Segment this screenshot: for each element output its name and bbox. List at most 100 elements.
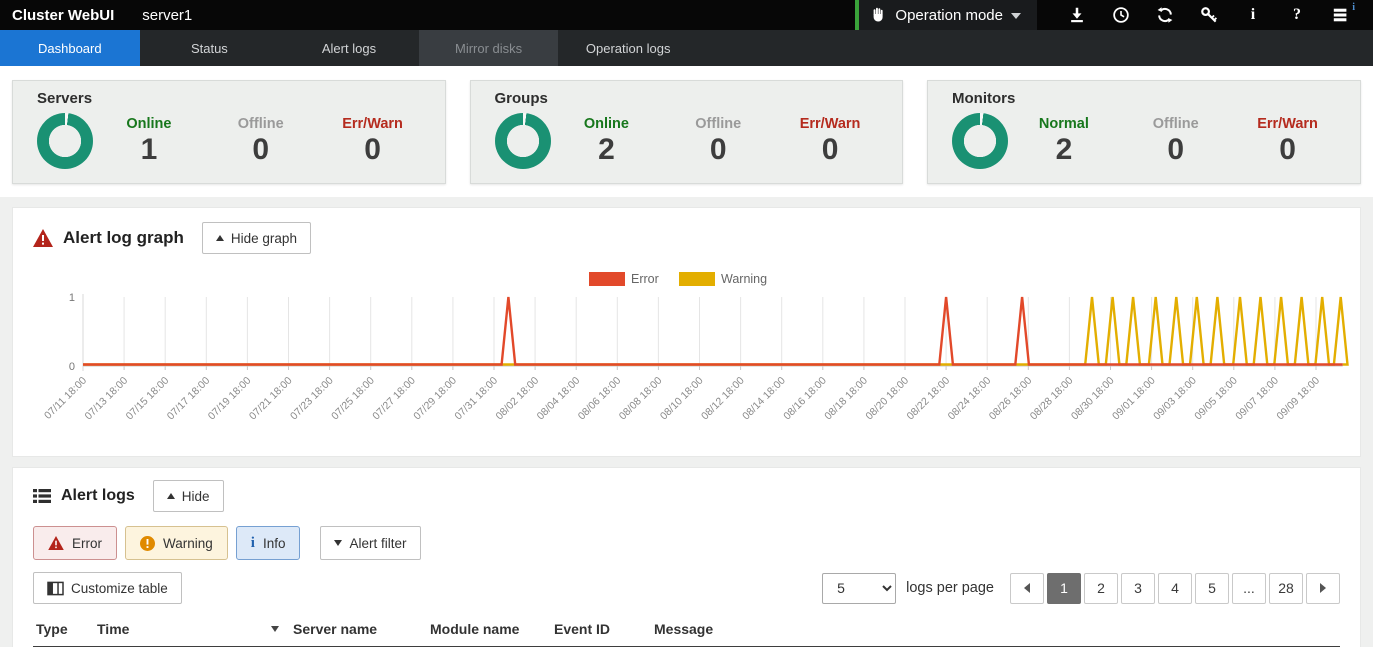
page-button-4[interactable]: 4 bbox=[1158, 573, 1192, 604]
toolbar-icons: i ? i bbox=[1037, 0, 1373, 30]
page-button-5[interactable]: 5 bbox=[1195, 573, 1229, 604]
servers-card: Servers Online1 Offline0 Err/Warn0 bbox=[12, 80, 446, 184]
stat-label: Err/Warn bbox=[774, 116, 886, 132]
column-message[interactable]: Message bbox=[654, 621, 1340, 637]
svg-text:0: 0 bbox=[69, 361, 75, 373]
operation-mode-dropdown[interactable]: Operation mode bbox=[855, 0, 1037, 30]
info-filter-label: Info bbox=[263, 536, 286, 551]
svg-text:08/28 18:00: 08/28 18:00 bbox=[1028, 375, 1076, 423]
svg-text:07/27 18:00: 07/27 18:00 bbox=[370, 375, 418, 423]
stat-value: 1 bbox=[93, 134, 205, 166]
help-icon[interactable]: ? bbox=[1275, 0, 1319, 30]
key-icon[interactable] bbox=[1187, 0, 1231, 30]
sort-descending-icon bbox=[271, 626, 279, 632]
column-time[interactable]: Time bbox=[97, 621, 293, 637]
stat-label: Offline bbox=[662, 116, 774, 132]
stat-label: Err/Warn bbox=[317, 116, 429, 132]
groups-card-title: Groups bbox=[495, 90, 903, 107]
tab-alert-logs[interactable]: Alert logs bbox=[279, 30, 419, 66]
logs-per-page-label: logs per page bbox=[906, 580, 994, 596]
tab-operation-logs[interactable]: Operation logs bbox=[558, 30, 698, 66]
hand-icon bbox=[871, 7, 887, 23]
server-name: server1 bbox=[142, 7, 192, 24]
alert-logs-table-header: Type Time Server name Module name Event … bbox=[33, 621, 1340, 647]
alert-log-graph-panel: Alert log graph Hide graph 07/11 18:0007… bbox=[12, 207, 1361, 457]
stat-value: 2 bbox=[551, 134, 663, 166]
monitors-donut-chart bbox=[952, 113, 1008, 169]
stat-label: Offline bbox=[1120, 116, 1232, 132]
svg-text:Error: Error bbox=[631, 272, 659, 286]
table-toolbar: Customize table 5 logs per page 1 2 3 4 … bbox=[33, 572, 1340, 604]
next-page-button[interactable] bbox=[1306, 573, 1340, 604]
svg-text:08/10 18:00: 08/10 18:00 bbox=[658, 375, 706, 423]
info-filter-button[interactable]: i Info bbox=[236, 526, 301, 560]
pagination: 1 2 3 4 5 ... 28 bbox=[1010, 573, 1340, 604]
collapse-icon bbox=[167, 493, 175, 499]
info-icon: i bbox=[251, 535, 255, 552]
info-icon[interactable]: i bbox=[1231, 0, 1275, 30]
logs-per-page-select[interactable]: 5 bbox=[822, 573, 896, 604]
tab-bar: Dashboard Status Alert logs Mirror disks… bbox=[0, 30, 1373, 66]
customize-table-label: Customize table bbox=[71, 581, 168, 596]
svg-text:08/04 18:00: 08/04 18:00 bbox=[535, 375, 583, 423]
svg-text:08/22 18:00: 08/22 18:00 bbox=[905, 375, 953, 423]
column-module-name[interactable]: Module name bbox=[430, 621, 554, 637]
page-button-28[interactable]: 28 bbox=[1269, 573, 1303, 604]
table-list-badge: i bbox=[1352, 2, 1355, 13]
stat-value: 0 bbox=[317, 134, 429, 166]
stat-value: 0 bbox=[774, 134, 886, 166]
clock-icon[interactable] bbox=[1099, 0, 1143, 30]
stat-value: 2 bbox=[1008, 134, 1120, 166]
chevron-down-icon bbox=[334, 540, 342, 546]
tab-status[interactable]: Status bbox=[140, 30, 280, 66]
svg-text:07/17 18:00: 07/17 18:00 bbox=[165, 375, 213, 423]
table-list-icon[interactable]: i bbox=[1319, 0, 1363, 30]
svg-text:08/30 18:00: 08/30 18:00 bbox=[1069, 375, 1117, 423]
top-bar: Cluster WebUI server1 Operation mode bbox=[0, 0, 1373, 30]
prev-page-button[interactable] bbox=[1010, 573, 1044, 604]
stat-label: Online bbox=[551, 116, 663, 132]
page-ellipsis[interactable]: ... bbox=[1232, 573, 1266, 604]
hide-logs-label: Hide bbox=[182, 489, 210, 504]
page-button-3[interactable]: 3 bbox=[1121, 573, 1155, 604]
svg-text:09/01 18:00: 09/01 18:00 bbox=[1110, 375, 1158, 423]
stat-label: Err/Warn bbox=[1232, 116, 1344, 132]
monitors-card-title: Monitors bbox=[952, 90, 1360, 107]
svg-text:07/15 18:00: 07/15 18:00 bbox=[124, 375, 172, 423]
tab-dashboard[interactable]: Dashboard bbox=[0, 30, 140, 66]
customize-table-button[interactable]: Customize table bbox=[33, 572, 182, 604]
alert-log-graph-title: Alert log graph bbox=[63, 228, 184, 248]
column-type[interactable]: Type bbox=[33, 621, 97, 637]
prev-icon bbox=[1024, 583, 1030, 593]
error-filter-label: Error bbox=[72, 536, 102, 551]
svg-text:07/29 18:00: 07/29 18:00 bbox=[411, 375, 459, 423]
warning-filter-button[interactable]: Warning bbox=[125, 526, 228, 560]
error-filter-button[interactable]: Error bbox=[33, 526, 117, 560]
hide-graph-label: Hide graph bbox=[231, 231, 297, 246]
page-button-2[interactable]: 2 bbox=[1084, 573, 1118, 604]
svg-text:09/09 18:00: 09/09 18:00 bbox=[1274, 375, 1322, 423]
error-icon bbox=[48, 536, 64, 550]
svg-text:1: 1 bbox=[69, 292, 75, 304]
alert-filter-button[interactable]: Alert filter bbox=[320, 526, 420, 560]
collapse-icon bbox=[216, 235, 224, 241]
download-icon[interactable] bbox=[1055, 0, 1099, 30]
topbar-right: Operation mode bbox=[855, 0, 1373, 30]
svg-text:07/25 18:00: 07/25 18:00 bbox=[329, 375, 377, 423]
svg-text:09/07 18:00: 09/07 18:00 bbox=[1233, 375, 1281, 423]
refresh-icon[interactable] bbox=[1143, 0, 1187, 30]
column-event-id[interactable]: Event ID bbox=[554, 621, 654, 637]
stat-value: 0 bbox=[1120, 134, 1232, 166]
hide-graph-button[interactable]: Hide graph bbox=[202, 222, 311, 254]
page-button-1[interactable]: 1 bbox=[1047, 573, 1081, 604]
svg-text:09/05 18:00: 09/05 18:00 bbox=[1192, 375, 1240, 423]
svg-text:09/03 18:00: 09/03 18:00 bbox=[1151, 375, 1199, 423]
servers-card-title: Servers bbox=[37, 90, 445, 107]
svg-text:08/24 18:00: 08/24 18:00 bbox=[946, 375, 994, 423]
svg-text:07/21 18:00: 07/21 18:00 bbox=[247, 375, 295, 423]
app-title: Cluster WebUI bbox=[12, 7, 114, 24]
next-icon bbox=[1320, 583, 1326, 593]
column-server-name[interactable]: Server name bbox=[293, 621, 430, 637]
list-icon bbox=[33, 488, 51, 504]
hide-logs-button[interactable]: Hide bbox=[153, 480, 224, 512]
